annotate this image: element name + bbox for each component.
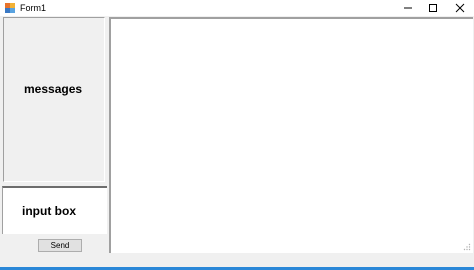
form1-window: Form1 messages input box Send [0,0,474,270]
messages-panel: messages [3,17,105,182]
client-area: messages input box Send [0,16,474,267]
minimize-button[interactable] [394,0,422,16]
resize-grip-icon[interactable] [463,243,471,251]
close-button[interactable] [446,0,474,16]
input-box[interactable]: input box [2,186,107,234]
input-box-label: input box [22,204,76,218]
maximize-icon [429,4,437,12]
messages-label: messages [24,82,83,96]
chat-display-area[interactable] [109,17,473,253]
winforms-app-icon [5,3,15,13]
send-button[interactable]: Send [38,239,82,252]
window-title: Form1 [20,3,47,13]
minimize-icon [404,7,412,9]
close-icon [455,3,465,13]
title-bar[interactable]: Form1 [0,0,474,16]
maximize-button[interactable] [419,0,447,16]
